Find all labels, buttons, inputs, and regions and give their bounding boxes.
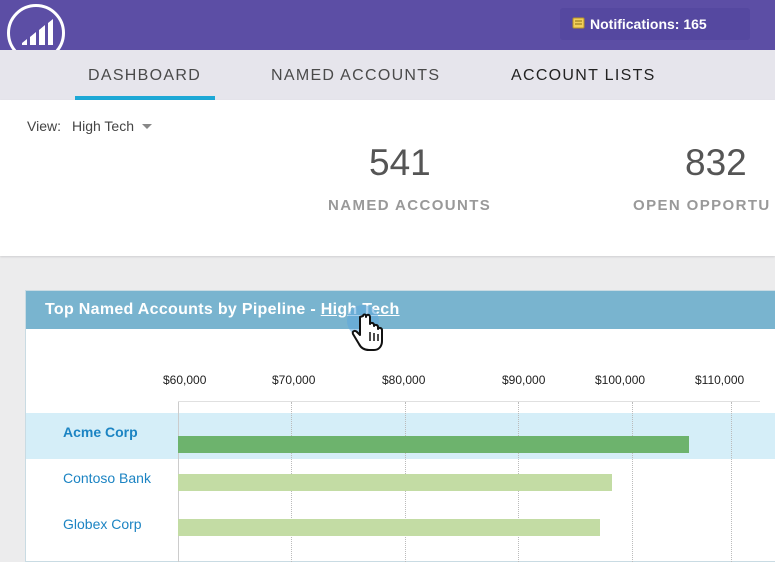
- chart-axis-line: [178, 401, 760, 402]
- bar-acme-corp[interactable]: [178, 436, 689, 453]
- notifications-label: Notifications: 165: [590, 16, 707, 32]
- tab-named-accounts[interactable]: NAMED ACCOUNTS: [271, 67, 440, 85]
- x-tick-label: $70,000: [272, 373, 316, 387]
- bar-globex-corp[interactable]: [178, 519, 601, 536]
- tab-bar: DASHBOARD NAMED ACCOUNTS ACCOUNT LISTS: [0, 50, 775, 100]
- x-tick-label: $80,000: [382, 373, 426, 387]
- notepad-icon: [572, 17, 585, 29]
- bars-logo-icon: [22, 19, 53, 45]
- summary-card: View: High Tech 541 NAMED ACCOUNTS 832 O…: [0, 100, 775, 256]
- x-tick-label: $110,000: [695, 373, 745, 387]
- account-label-acme[interactable]: Acme Corp: [63, 424, 138, 440]
- gridline: [731, 402, 732, 562]
- open-opportunities-label: OPEN OPPORTU: [633, 197, 771, 214]
- named-accounts-label: NAMED ACCOUNTS: [328, 197, 492, 214]
- view-dropdown[interactable]: High Tech: [72, 118, 134, 134]
- tab-dashboard[interactable]: DASHBOARD: [88, 67, 201, 85]
- notifications-button[interactable]: Notifications: 165: [560, 8, 750, 40]
- open-opportunities-count: 832: [685, 142, 747, 183]
- hand-pointer-icon: [347, 305, 383, 351]
- account-label-globex[interactable]: Globex Corp: [63, 516, 142, 532]
- x-tick-label: $100,000: [595, 373, 646, 387]
- bar-contoso-bank[interactable]: [178, 474, 612, 491]
- pipeline-panel: Top Named Accounts by Pipeline - High Te…: [25, 290, 775, 562]
- x-tick-label: $60,000: [163, 373, 207, 387]
- gridline: [632, 402, 633, 562]
- chevron-down-icon[interactable]: [142, 124, 152, 129]
- named-accounts-count: 541: [369, 142, 431, 183]
- panel-header: Top Named Accounts by Pipeline - High Te…: [26, 291, 775, 329]
- panel-title-prefix: Top Named Accounts by Pipeline -: [45, 301, 321, 318]
- view-label: View:: [27, 118, 61, 134]
- x-tick-label: $90,000: [502, 373, 546, 387]
- account-label-contoso[interactable]: Contoso Bank: [63, 470, 151, 486]
- tab-account-lists[interactable]: ACCOUNT LISTS: [511, 67, 656, 85]
